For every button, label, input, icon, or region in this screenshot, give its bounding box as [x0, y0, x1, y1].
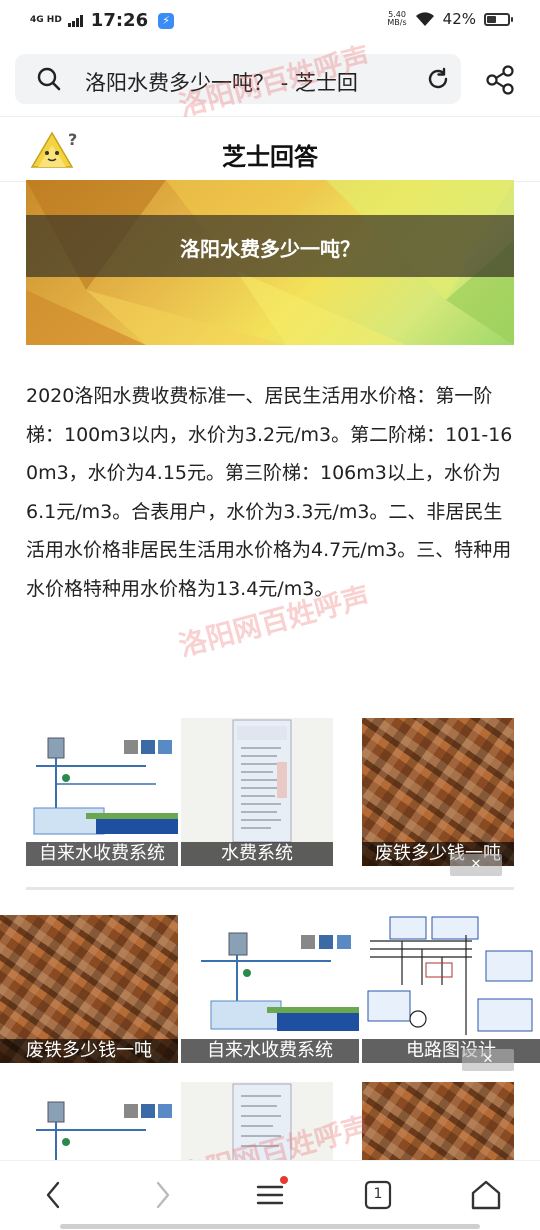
- ad-close-button-2[interactable]: ✕: [462, 1049, 514, 1071]
- water-system-diagram-image: [26, 1082, 178, 1162]
- related-caption: 自来水收费系统: [26, 842, 178, 866]
- section-divider: [26, 887, 514, 890]
- related-item-water-fee-system[interactable]: 水费系统: [181, 718, 333, 866]
- related-item-water-billing-system-3[interactable]: [26, 1082, 178, 1162]
- related-item-water-billing-system[interactable]: 自来水收费系统: [26, 718, 178, 866]
- share-icon[interactable]: [484, 64, 516, 96]
- gesture-bar[interactable]: [60, 1224, 480, 1229]
- menu-icon[interactable]: [250, 1175, 290, 1215]
- ad-close-button[interactable]: ✕: [450, 854, 502, 876]
- home-icon[interactable]: [466, 1175, 506, 1215]
- question-banner: 洛阳水费多少一吨？: [26, 180, 514, 345]
- forward-icon[interactable]: [142, 1175, 182, 1215]
- network-type: 4G HD: [30, 15, 62, 25]
- site-header: ? 芝士回答: [0, 116, 540, 182]
- site-name: 芝士回答: [222, 143, 318, 171]
- tabs-count: 1: [373, 1186, 383, 1202]
- wifi-icon: [415, 12, 434, 26]
- network-speed: 5.40 MB/s: [387, 10, 407, 27]
- answer-text: 2020洛阳水费收费标准一、居民生活用水价格：第一阶梯：100m3以内，水价为3…: [26, 385, 513, 600]
- watermark: 洛阳网百姓呼声: [175, 40, 374, 123]
- battery-icon: [484, 12, 513, 26]
- question-title: 洛阳水费多少一吨？: [180, 237, 360, 261]
- related-item-scrap-iron-price-2[interactable]: 废铁多少钱一吨: [0, 915, 178, 1063]
- related-item-water-billing-system-2[interactable]: 自来水收费系统: [181, 915, 359, 1063]
- search-icon[interactable]: [37, 67, 61, 91]
- clock: 17:26: [90, 10, 149, 31]
- notification-dot: [280, 1176, 288, 1184]
- tabs-button[interactable]: 1: [358, 1175, 398, 1215]
- related-item-scrap-iron-price[interactable]: 废铁多少钱一吨: [362, 718, 514, 866]
- reload-icon[interactable]: [425, 66, 451, 92]
- related-caption: 水费系统: [181, 842, 333, 866]
- bottom-navigation: 1: [0, 1160, 540, 1230]
- battery-percent: 42%: [442, 10, 476, 28]
- related-item-circuit-design[interactable]: 电路图设计: [362, 915, 540, 1063]
- battery-level: [487, 15, 497, 23]
- status-bar: 4G HD 17:26 ⚡ 5.40 MB/s 42%: [0, 0, 540, 42]
- related-caption: 废铁多少钱一吨: [0, 1039, 178, 1063]
- related-item-scrap-iron-price-3[interactable]: [362, 1082, 514, 1162]
- bolt-app-icon: ⚡: [158, 12, 175, 29]
- signal-icon: [67, 14, 83, 27]
- back-icon[interactable]: [34, 1175, 74, 1215]
- related-caption: 自来水收费系统: [181, 1039, 359, 1063]
